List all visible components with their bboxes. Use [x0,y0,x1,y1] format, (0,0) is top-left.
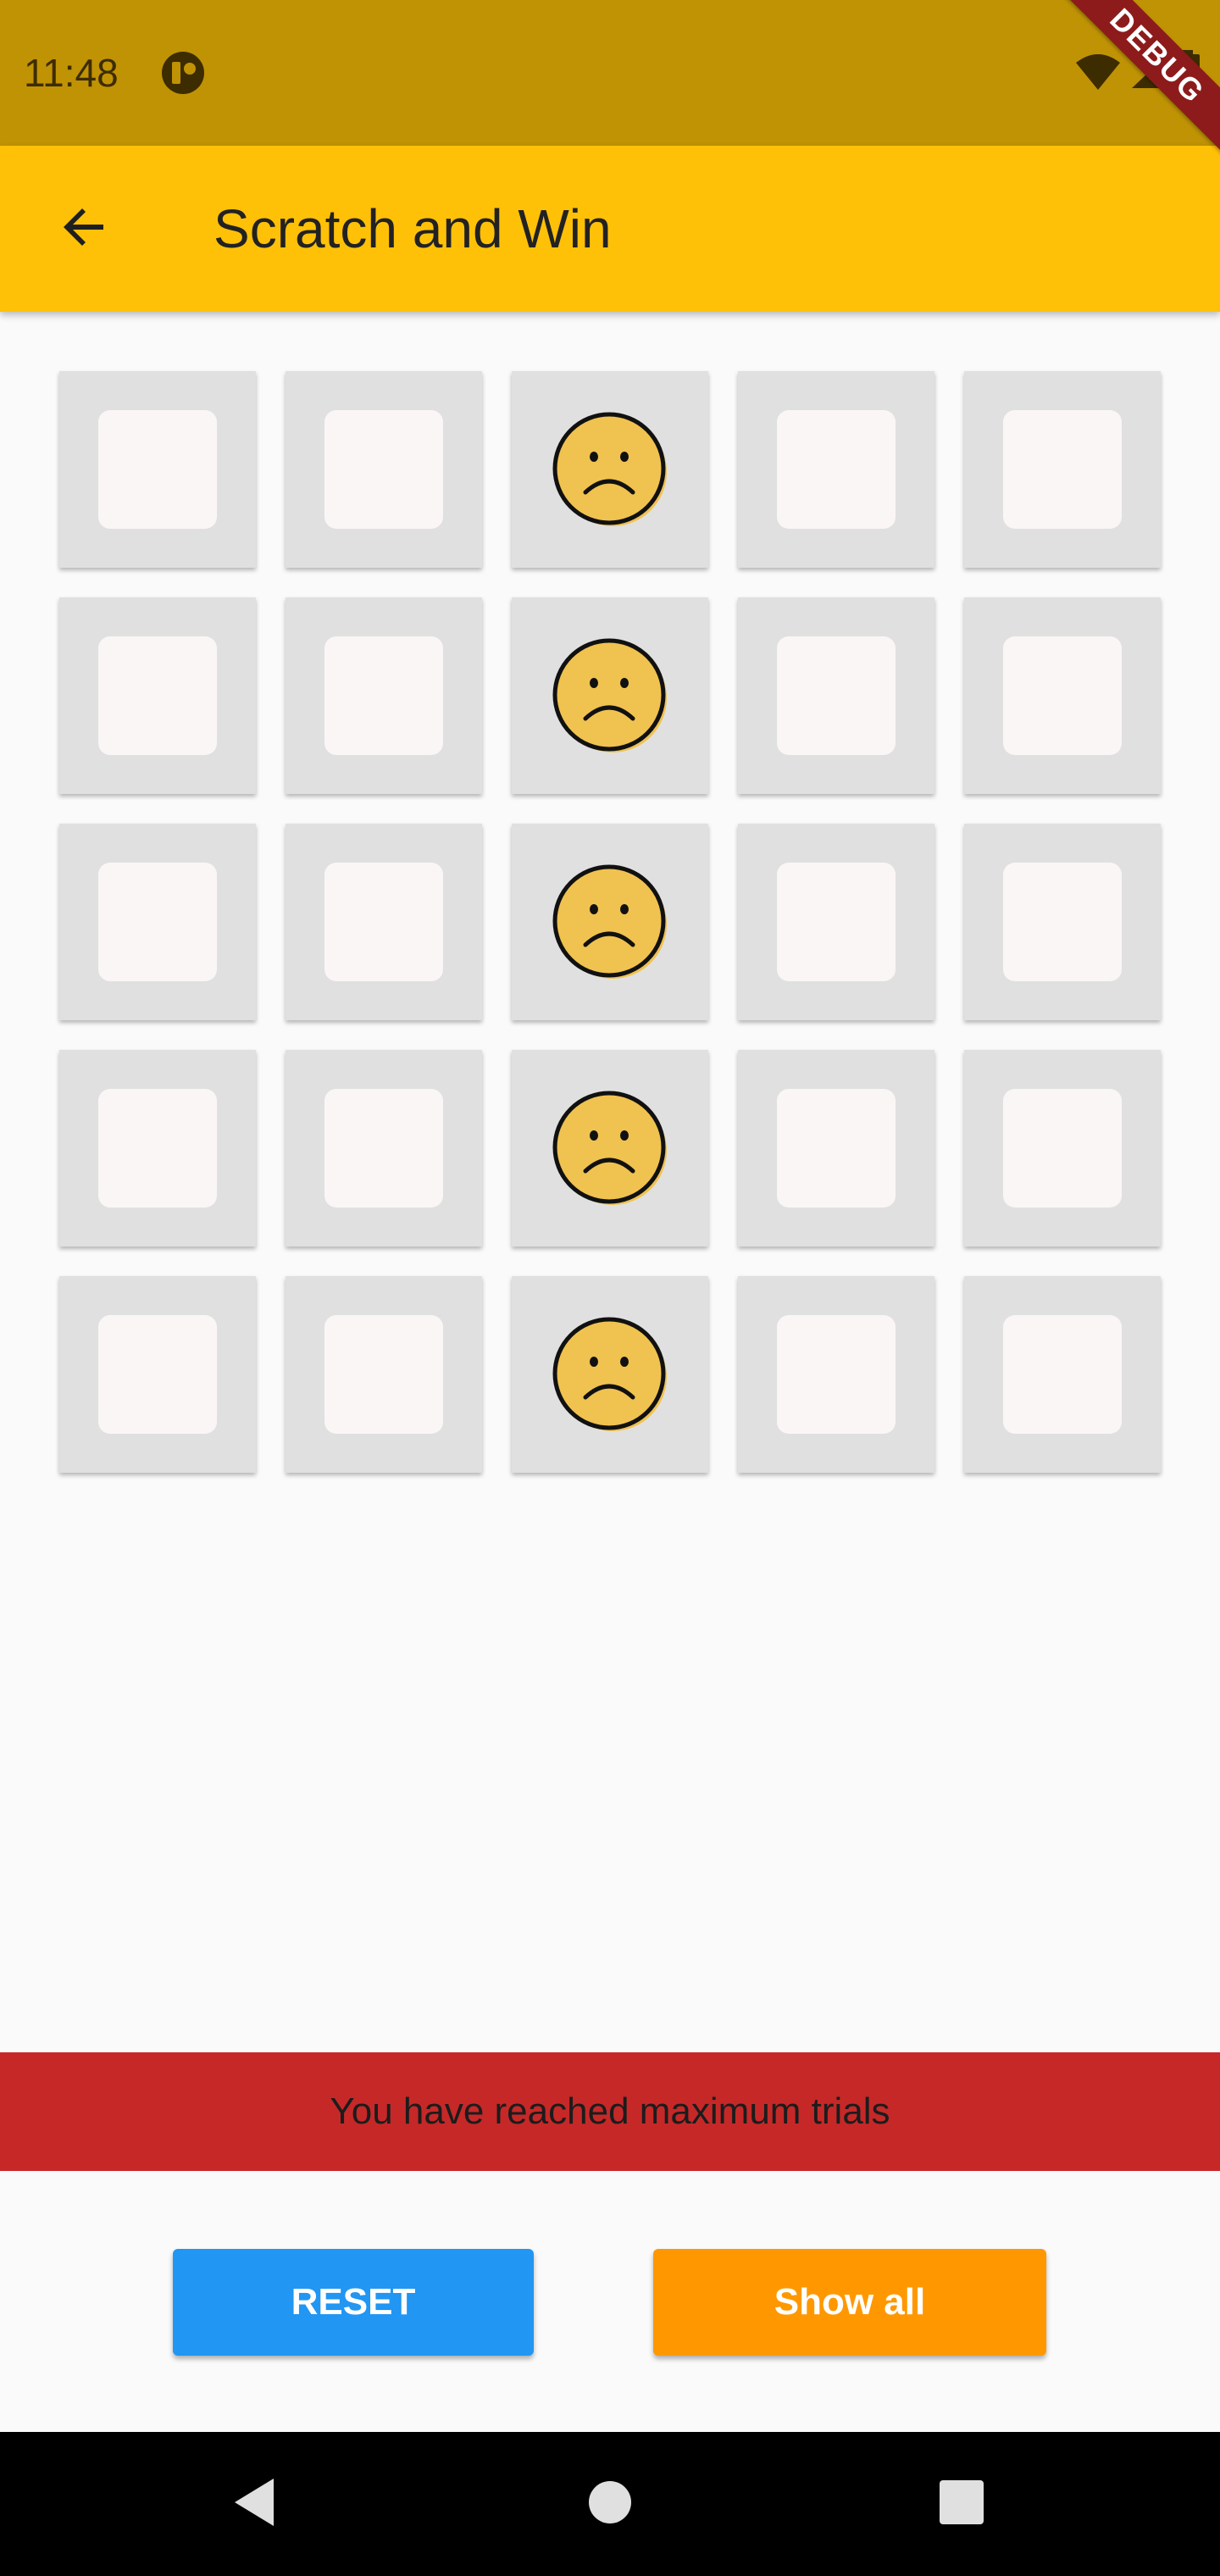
scratch-cover [1003,863,1122,981]
nav-recents-icon [938,2479,985,2530]
status-time: 11:48 [24,51,119,95]
scratch-cover [1003,410,1122,529]
scratch-cover [98,636,217,755]
scratch-tile-r5-c5[interactable] [964,1276,1161,1473]
sad-face-icon [552,1091,667,1205]
scratch-tile-r3-c2[interactable] [286,824,482,1020]
scratch-tile-r1-c2[interactable] [286,371,482,568]
scratch-tile-r5-c2[interactable] [286,1276,482,1473]
scratch-tile-r3-c4[interactable] [738,824,934,1020]
scratch-tile-r2-c4[interactable] [738,597,934,794]
scratch-tile-r1-c4[interactable] [738,371,934,568]
scratch-tile-r2-c2[interactable] [286,597,482,794]
scratch-tile-r4-c3[interactable] [512,1050,708,1246]
reset-button[interactable]: RESET [173,2249,534,2356]
scratch-cover [777,1315,896,1434]
scratch-and-win-screen: 11:48 DEBUG Scratch and Win You have rea… [0,0,1220,2576]
scratch-tile-r2-c5[interactable] [964,597,1161,794]
scratch-tile-r3-c1[interactable] [59,824,256,1020]
scratch-tile-r1-c3[interactable] [512,371,708,568]
scratch-cover [98,1089,217,1208]
scratch-tile-r4-c2[interactable] [286,1050,482,1246]
notification-app-icon [161,51,205,95]
system-nav-bar [0,2432,1220,2576]
scratch-cover [324,1315,443,1434]
scratch-tile-r1-c1[interactable] [59,371,256,568]
show-all-button[interactable]: Show all [653,2249,1046,2356]
back-button[interactable] [44,188,125,269]
scratch-cover [98,863,217,981]
scratch-cover [777,863,896,981]
scratch-tile-r4-c4[interactable] [738,1050,934,1246]
scratch-tile-r2-c1[interactable] [59,597,256,794]
nav-recents-button[interactable] [923,2466,1000,2542]
wifi-icon [1074,53,1122,94]
scratch-cover [777,410,896,529]
sad-face-icon [552,864,667,979]
scratch-tile-r4-c1[interactable] [59,1050,256,1246]
scratch-cover [324,410,443,529]
scratch-tile-r3-c5[interactable] [964,824,1161,1020]
scratch-tile-r1-c5[interactable] [964,371,1161,568]
message-text: You have reached maximum trials [330,2090,890,2132]
sad-face-icon [552,412,667,526]
nav-home-button[interactable] [572,2466,648,2542]
scratch-cover [98,1315,217,1434]
scratch-tile-r5-c3[interactable] [512,1276,708,1473]
nav-back-button[interactable] [217,2466,293,2542]
status-bar: 11:48 [0,0,1220,146]
scratch-tile-r3-c3[interactable] [512,824,708,1020]
scratch-tile-r5-c4[interactable] [738,1276,934,1473]
scratch-cover [1003,636,1122,755]
scratch-cover [777,1089,896,1208]
nav-home-icon [586,2479,634,2530]
scratch-cover [777,636,896,755]
scratch-cover [98,410,217,529]
sad-face-icon [552,638,667,752]
sad-face-icon [552,1317,667,1431]
page-title: Scratch and Win [214,198,612,259]
max-trials-banner: You have reached maximum trials [0,2052,1220,2171]
scratch-cover [1003,1089,1122,1208]
scratch-tile-r5-c1[interactable] [59,1276,256,1473]
scratch-cover [1003,1315,1122,1434]
scratch-cover [324,863,443,981]
scratch-cover [324,1089,443,1208]
arrow-back-icon [58,200,112,258]
scratch-cover [324,636,443,755]
scratch-grid [59,371,1162,1473]
scratch-tile-r2-c3[interactable] [512,597,708,794]
nav-back-icon [230,2475,280,2534]
scratch-tile-r4-c5[interactable] [964,1050,1161,1246]
app-bar: Scratch and Win [0,146,1220,312]
